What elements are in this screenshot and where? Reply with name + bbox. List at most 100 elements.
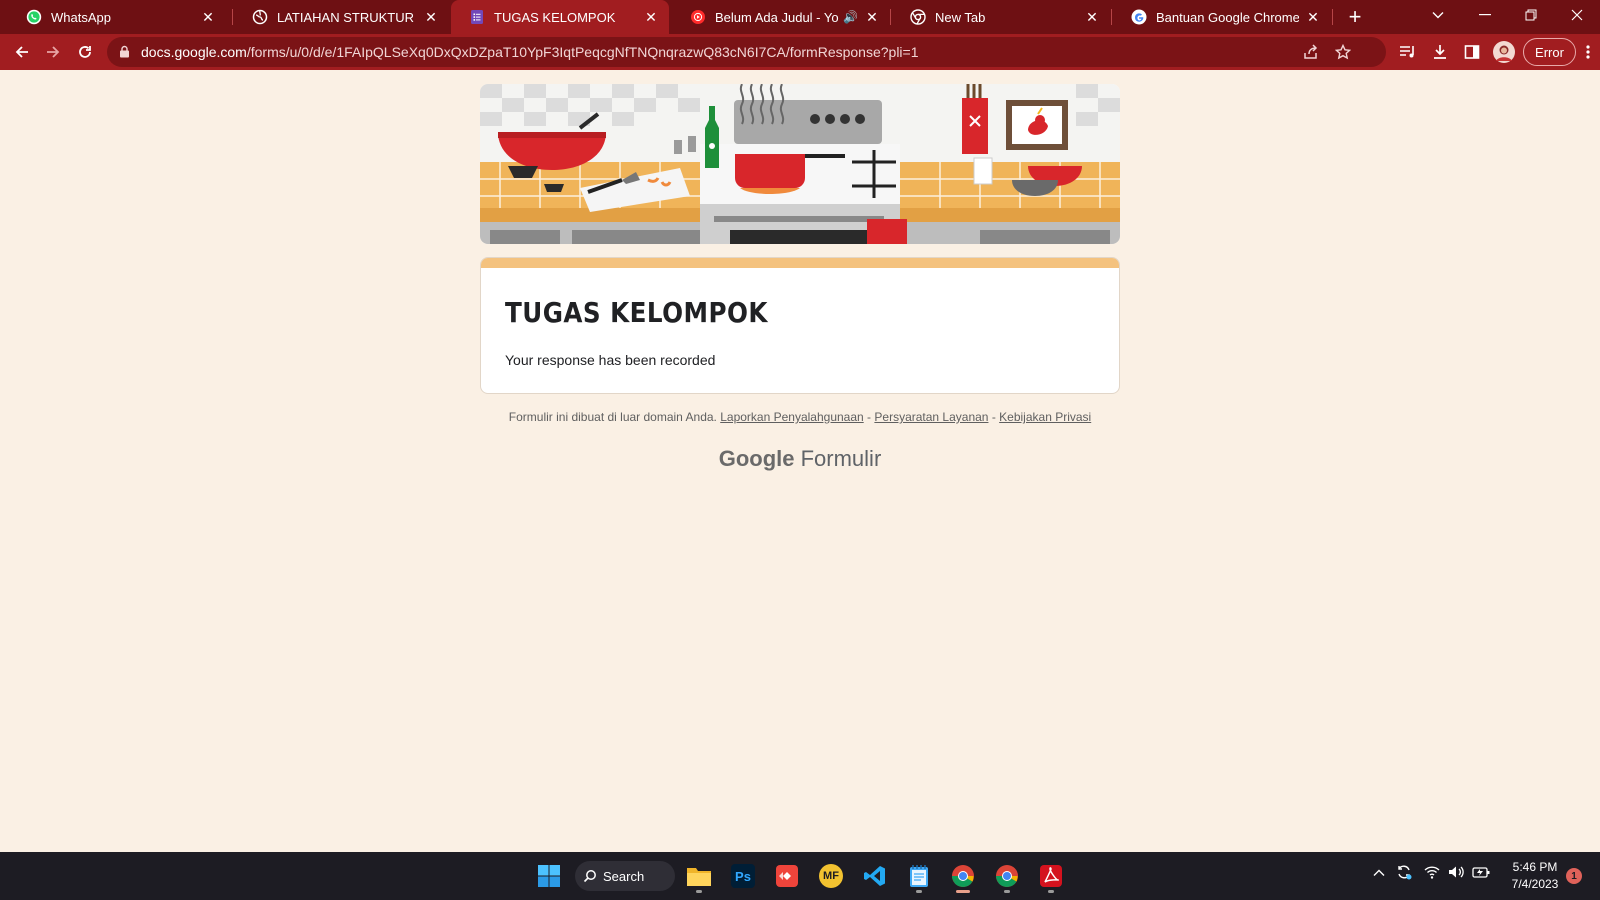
windows-icon	[538, 865, 560, 887]
arrow-right-icon	[47, 46, 60, 58]
back-button[interactable]	[8, 38, 36, 66]
taskbar-acrobat[interactable]	[1032, 858, 1070, 894]
speaker-icon[interactable]: 🔊	[843, 10, 858, 24]
close-icon	[1571, 9, 1583, 21]
side-panel-icon	[1464, 45, 1480, 59]
clock-time: 5:46 PM	[1512, 860, 1558, 874]
media-control-icon	[1400, 46, 1414, 58]
tab-separator	[1111, 9, 1112, 25]
url-host: docs.google.com	[141, 44, 247, 60]
mf-app-icon: MF	[819, 864, 843, 888]
profile-error-button[interactable]: Error	[1523, 38, 1576, 66]
close-icon[interactable]: ✕	[643, 9, 659, 25]
url-text[interactable]: docs.google.com/forms/u/0/d/e/1FAIpQLSeX…	[141, 44, 919, 60]
running-indicator	[916, 890, 922, 893]
bookmark-button[interactable]	[1329, 38, 1357, 66]
photoshop-label: Ps	[735, 868, 751, 884]
tab-whatsapp[interactable]: WhatsApp ✕	[8, 0, 226, 34]
arrow-left-icon	[15, 46, 28, 58]
google-icon	[1131, 9, 1147, 25]
close-icon[interactable]: ✕	[1305, 9, 1321, 25]
tab-separator	[890, 9, 891, 25]
close-icon[interactable]: ✕	[864, 9, 880, 25]
running-indicator	[956, 890, 970, 893]
acrobat-icon	[1040, 865, 1062, 887]
chrome-menu-button[interactable]	[1578, 38, 1598, 66]
forward-button[interactable]	[39, 38, 67, 66]
taskbar-mf-app[interactable]: MF	[812, 858, 850, 894]
tab-tugas-kelompok[interactable]: TUGAS KELOMPOK ✕	[451, 0, 669, 34]
profile-avatar[interactable]	[1490, 38, 1518, 66]
kebab-menu-icon	[1586, 45, 1590, 59]
browser-toolbar: docs.google.com/forms/u/0/d/e/1FAIpQLSeX…	[0, 34, 1600, 70]
taskbar-search[interactable]: Search	[575, 861, 675, 891]
tab-title: LATIAHAN STRUKTUR DATA.p	[277, 9, 417, 25]
taskbar-chrome-active[interactable]	[944, 858, 982, 894]
minimize-button[interactable]	[1462, 0, 1508, 30]
downloads-button[interactable]	[1426, 38, 1454, 66]
address-bar[interactable]: docs.google.com/forms/u/0/d/e/1FAIpQLSeX…	[107, 37, 1386, 67]
clock-date: 7/4/2023	[1511, 877, 1559, 891]
windows-taskbar: Search Ps MF 5:46 PM 7/4/2023 1	[0, 852, 1600, 900]
reload-icon	[79, 46, 91, 58]
network-status[interactable]	[1424, 865, 1440, 882]
running-indicator	[1048, 890, 1054, 893]
close-icon[interactable]: ✕	[423, 9, 439, 25]
youtube-icon	[690, 9, 706, 25]
share-button[interactable]	[1297, 38, 1325, 66]
close-window-button[interactable]	[1554, 0, 1600, 30]
new-tab-button[interactable]: +	[1342, 4, 1368, 30]
close-icon[interactable]: ✕	[1084, 9, 1100, 25]
lock-icon[interactable]	[119, 45, 130, 58]
notification-badge[interactable]: 1	[1566, 868, 1582, 884]
google-forms-logo[interactable]: Google Formulir	[0, 446, 1600, 472]
tab-title: New Tab	[935, 9, 986, 25]
taskbar-chrome-second[interactable]	[988, 858, 1026, 894]
tab-title: Belum Ada Judul - YouTu	[715, 9, 839, 25]
taskbar-notepad[interactable]	[900, 858, 938, 894]
tab-youtube[interactable]: Belum Ada Judul - YouTu 🔊 ✕	[672, 0, 890, 34]
volume-status[interactable]	[1448, 865, 1464, 882]
restore-button[interactable]	[1508, 0, 1554, 30]
taskbar-vscode[interactable]	[856, 858, 894, 894]
show-hidden-icons[interactable]	[1373, 866, 1385, 880]
terms-of-service-link[interactable]: Persyaratan Layanan	[874, 410, 988, 424]
url-path: /forms/u/0/d/e/1FAIpQLSeXq0DxQxDZpaT10Yp…	[246, 44, 919, 60]
report-abuse-link[interactable]: Laporkan Penyalahgunaan	[720, 410, 863, 424]
close-icon[interactable]: ✕	[200, 9, 216, 25]
mf-label: MF	[823, 870, 839, 882]
side-panel-button[interactable]	[1458, 38, 1486, 66]
taskbar-photoshop[interactable]: Ps	[724, 858, 762, 894]
form-response-card: TUGAS KELOMPOK Your response has been re…	[480, 257, 1120, 394]
brand-product: Formulir	[800, 446, 882, 471]
start-button[interactable]	[530, 858, 568, 894]
running-indicator	[696, 890, 702, 893]
reading-list-button[interactable]	[1394, 38, 1422, 66]
star-icon	[1335, 44, 1351, 60]
tab-separator	[232, 9, 233, 25]
form-footer: Formulir ini dibuat di luar domain Anda.…	[0, 410, 1600, 424]
battery-charging-icon	[1472, 867, 1490, 878]
privacy-policy-link[interactable]: Kebijakan Privasi	[999, 410, 1091, 424]
whatsapp-icon	[26, 9, 42, 25]
taskbar-file-explorer[interactable]	[680, 858, 718, 894]
speaker-icon	[1449, 866, 1464, 878]
reload-button[interactable]	[71, 38, 99, 66]
taskbar-clock[interactable]: 5:46 PM 7/4/2023	[1500, 859, 1570, 893]
chrome-icon	[952, 865, 974, 887]
form-header-banner	[480, 84, 1120, 244]
vscode-icon	[864, 866, 885, 886]
battery-status[interactable]	[1472, 865, 1490, 882]
sync-tray-icon[interactable]	[1396, 864, 1412, 883]
chrome-icon	[910, 9, 926, 25]
tab-search-button[interactable]	[1415, 0, 1461, 30]
notepad-icon	[910, 865, 928, 887]
notification-count: 1	[1571, 870, 1577, 882]
wifi-icon	[1424, 866, 1440, 879]
photoshop-icon: Ps	[731, 864, 755, 888]
tab-bantuan-google-chrome[interactable]: Bantuan Google Chrome ✕	[1113, 0, 1331, 34]
tab-latihan-struktur-data[interactable]: LATIAHAN STRUKTUR DATA.p ✕	[234, 0, 449, 34]
taskbar-anydesk[interactable]	[768, 858, 806, 894]
tab-new-tab[interactable]: New Tab ✕	[892, 0, 1110, 34]
tab-separator	[1332, 9, 1333, 25]
